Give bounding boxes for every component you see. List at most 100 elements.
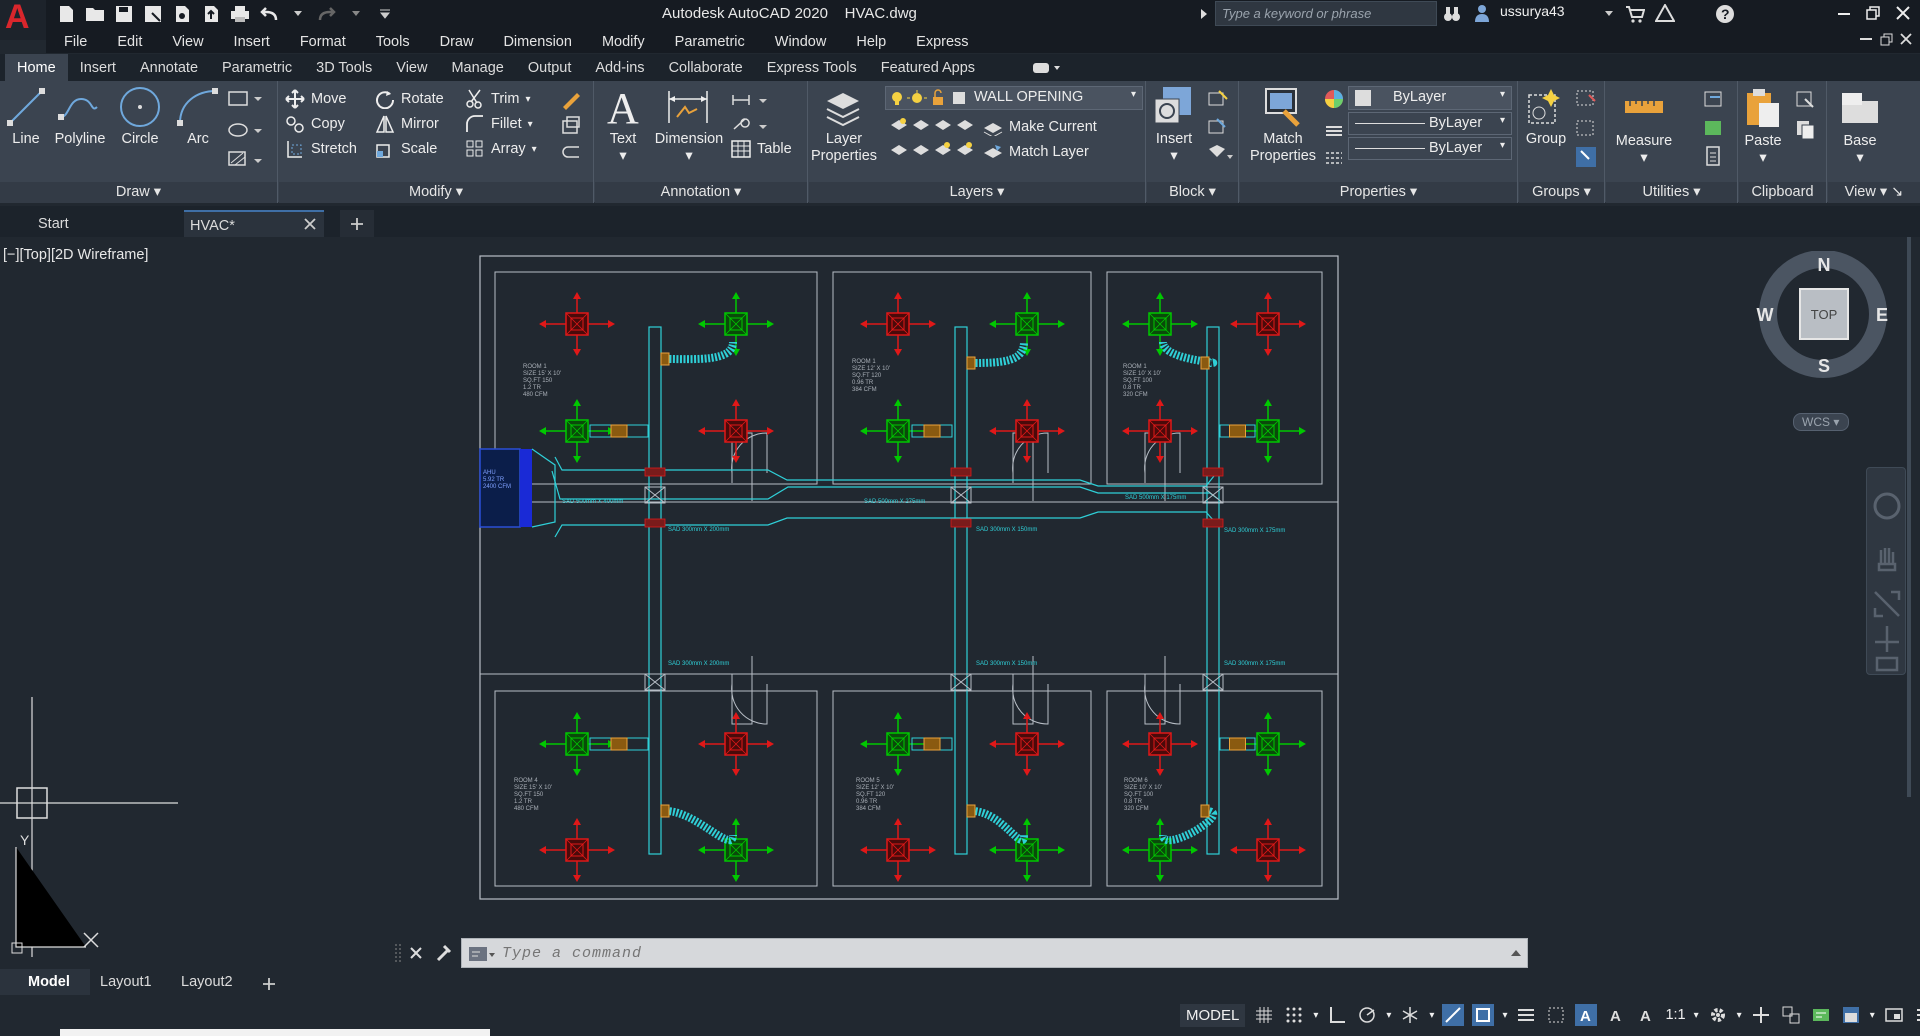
supply-diffuser[interactable] (989, 292, 1065, 356)
save-as-icon[interactable] (142, 3, 164, 25)
match-layer-button[interactable]: Match Layer (983, 142, 1089, 162)
grid-icon[interactable] (1253, 1004, 1275, 1026)
drawing-viewport[interactable]: [−][Top][2D Wireframe] ROOM 1 SIZE 15' X … (0, 237, 1920, 972)
block-tools-icons[interactable] (1207, 89, 1233, 169)
recent-commands-icon[interactable] (468, 945, 496, 963)
annotation-visibility-icon[interactable]: A (1575, 1004, 1598, 1026)
menu-view[interactable]: View (153, 28, 214, 53)
fillet-button[interactable]: Fillet ▾ (465, 114, 533, 134)
return-diffuser[interactable] (1230, 818, 1306, 882)
doc-restore-icon[interactable] (1880, 33, 1893, 46)
a360-icon[interactable] (1655, 4, 1675, 22)
menu-format[interactable]: Format (281, 28, 357, 53)
annotation-monitor-icon[interactable] (1750, 1004, 1772, 1026)
tab-layout1[interactable]: Layout1 (100, 974, 152, 990)
search-expand-icon[interactable] (1200, 8, 1208, 20)
array-button[interactable]: Array ▾ (465, 139, 537, 159)
menu-edit[interactable]: Edit (98, 28, 153, 53)
stretch-button[interactable]: Stretch (285, 139, 357, 159)
menu-file[interactable]: File (46, 28, 98, 53)
lock-dropdown-icon[interactable]: ▾ (1870, 1010, 1875, 1021)
horizontal-scrollbar[interactable] (60, 1029, 490, 1036)
make-current-button[interactable]: Make Current (983, 117, 1097, 137)
wcs-menu[interactable]: WCS ▾ (1793, 413, 1849, 431)
pan-icon[interactable] (1877, 548, 1897, 572)
annotation-tools-icons[interactable] (731, 89, 771, 139)
groups-panel-title[interactable]: Groups ▾ (1519, 182, 1604, 203)
utility-tools-icons[interactable] (1702, 89, 1728, 169)
utilities-panel-title[interactable]: Utilities ▾ (1606, 182, 1737, 203)
lineweight-icon[interactable] (1515, 1004, 1537, 1026)
save-icon[interactable] (113, 3, 135, 25)
selection-cycling-icon[interactable] (1545, 1004, 1567, 1026)
tab-collaborate[interactable]: Collaborate (657, 54, 755, 81)
search-input[interactable]: Type a keyword or phrase (1215, 1, 1437, 26)
customize-qat-icon[interactable] (374, 3, 396, 25)
clipboard-tools-icons[interactable] (1795, 89, 1819, 149)
return-diffuser[interactable] (860, 818, 936, 882)
color-dropdown[interactable]: ByLayer ▾ (1348, 86, 1512, 110)
tab-3d-tools[interactable]: 3D Tools (304, 54, 384, 81)
compass-north[interactable]: N (1818, 255, 1831, 275)
tab-express-tools[interactable]: Express Tools (755, 54, 869, 81)
return-diffuser[interactable] (1122, 712, 1198, 776)
annotation-panel-title[interactable]: Annotation ▾ (595, 182, 807, 203)
menu-tools[interactable]: Tools (357, 28, 421, 53)
lock-ui-icon[interactable] (1840, 1004, 1862, 1026)
binoculars-icon[interactable] (1443, 5, 1461, 23)
user-name[interactable]: ussurya43 (1500, 3, 1565, 19)
close-command-icon[interactable] (410, 947, 422, 959)
return-diffuser[interactable] (698, 399, 774, 463)
help-icon[interactable]: ? (1715, 4, 1735, 24)
doc-close-icon[interactable] (1900, 33, 1912, 45)
block-panel-title[interactable]: Block ▾ (1147, 182, 1238, 203)
return-diffuser[interactable] (989, 399, 1065, 463)
ortho-icon[interactable] (1326, 1004, 1348, 1026)
command-history-icon[interactable] (1511, 949, 1521, 957)
orbit-icon[interactable] (1875, 626, 1899, 652)
menu-help[interactable]: Help (837, 28, 897, 53)
customize-command-icon[interactable] (436, 944, 452, 962)
base-button[interactable]: Base ▾ (1830, 133, 1890, 167)
osnap-dropdown-icon[interactable]: ▾ (1502, 1010, 1507, 1021)
menu-window[interactable]: Window (756, 28, 838, 53)
property-icons[interactable] (1324, 89, 1344, 169)
copy-button[interactable]: Copy (285, 114, 345, 134)
menu-modify[interactable]: Modify (583, 28, 656, 53)
menu-parametric[interactable]: Parametric (656, 28, 756, 53)
tab-home[interactable]: Home (5, 54, 68, 81)
tab-manage[interactable]: Manage (439, 54, 515, 81)
tab-start[interactable]: Start (0, 210, 180, 237)
compass-west[interactable]: W (1757, 305, 1774, 325)
annotation-scale-icon[interactable]: A (1635, 1004, 1657, 1026)
new-file-icon[interactable] (55, 3, 77, 25)
viewport-scrollbar[interactable] (1907, 237, 1911, 797)
save-to-web-icon[interactable] (200, 3, 222, 25)
open-folder-icon[interactable] (84, 3, 106, 25)
hvac-drawing[interactable]: ROOM 1SIZE 15' X 10'SQ.FT 1501.2 TR480 C… (0, 237, 1920, 972)
clipboard-panel-title[interactable]: Clipboard (1739, 182, 1826, 203)
compass-east[interactable]: E (1876, 305, 1888, 325)
scale-button[interactable]: Scale (375, 139, 437, 159)
redo-icon[interactable] (316, 3, 338, 25)
return-diffuser[interactable] (1122, 399, 1198, 463)
quick-properties-icon[interactable] (1810, 1004, 1832, 1026)
redo-dropdown-icon[interactable] (345, 3, 367, 25)
snap-dropdown-icon[interactable]: ▾ (1313, 1010, 1318, 1021)
doc-minimize-icon[interactable] (1860, 38, 1872, 41)
cart-icon[interactable] (1625, 5, 1645, 23)
return-diffuser[interactable] (860, 292, 936, 356)
return-diffuser[interactable] (989, 712, 1065, 776)
menu-draw[interactable]: Draw (421, 28, 485, 53)
tab-add-ins[interactable]: Add-ins (583, 54, 656, 81)
trim-button[interactable]: Trim ▾ (465, 89, 530, 109)
draw-tools-icons[interactable] (226, 89, 266, 169)
supply-diffuser[interactable] (989, 818, 1065, 882)
command-input[interactable] (502, 943, 1402, 963)
object-snap-icon[interactable] (1472, 1004, 1495, 1026)
group-button[interactable]: Group (1521, 131, 1571, 148)
app-menu-button[interactable]: A (0, 0, 46, 40)
ribbon-minimize-icon[interactable] (1033, 62, 1061, 74)
tab-parametric[interactable]: Parametric (210, 54, 304, 81)
isolate-objects-icon[interactable] (1883, 1004, 1905, 1026)
